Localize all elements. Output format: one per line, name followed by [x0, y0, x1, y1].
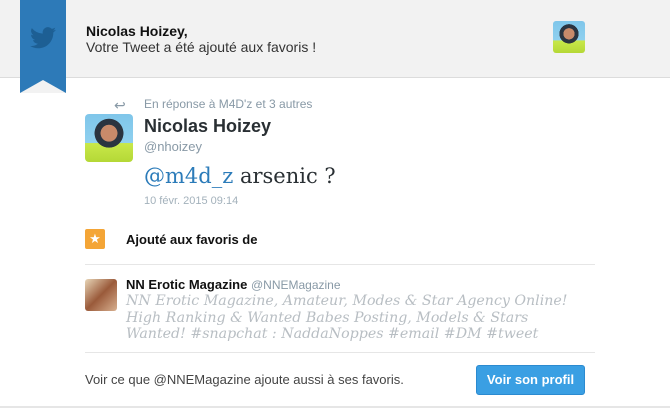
author-handle[interactable]: @nhoizey	[144, 139, 202, 154]
reply-context[interactable]: En réponse à M4D'z et 3 autres	[144, 97, 312, 111]
twitter-bird-icon	[30, 27, 56, 49]
favorited-by-label: Ajouté aux favoris de	[126, 232, 258, 247]
tweet-text: @m4d_z arsenic ?	[144, 164, 336, 188]
notification-message: Votre Tweet a été ajouté aux favoris !	[86, 39, 317, 55]
user-avatar[interactable]	[85, 279, 117, 311]
user-name[interactable]: NN Erotic Magazine	[126, 277, 247, 292]
user-bio: NN Erotic Magazine, Amateur, Modes & Sta…	[126, 293, 568, 342]
reply-arrow-icon: ↩	[114, 97, 126, 113]
recipient-avatar[interactable]	[553, 21, 585, 53]
user-line: NN Erotic Magazine @NNEMagazine	[126, 277, 341, 292]
author-avatar[interactable]	[85, 114, 133, 162]
divider	[85, 352, 595, 353]
mention-link[interactable]: @m4d_z	[144, 164, 233, 188]
author-name[interactable]: Nicolas Hoizey	[144, 116, 271, 137]
star-icon: ★	[85, 229, 105, 249]
twitter-ribbon	[20, 0, 66, 93]
tweet-date[interactable]: 10 févr. 2015 09:14	[144, 195, 238, 207]
view-profile-button[interactable]: Voir son profil	[476, 365, 585, 395]
tweet-body: arsenic ?	[233, 164, 336, 188]
recipient-name: Nicolas Hoizey,	[86, 23, 188, 39]
see-favorites-text: Voir ce que @NNEMagazine ajoute aussi à …	[85, 372, 404, 387]
divider	[85, 264, 595, 265]
user-handle[interactable]: @NNEMagazine	[251, 278, 341, 292]
